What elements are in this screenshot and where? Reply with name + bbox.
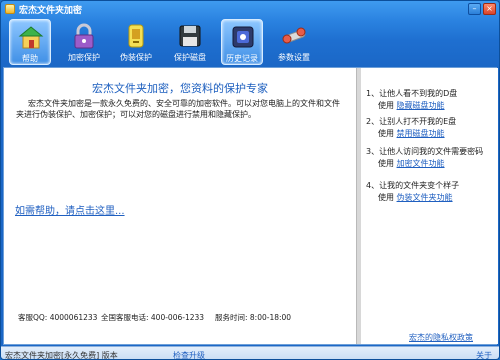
title-bar[interactable]: 宏杰文件夹加密 – ×: [1, 1, 499, 17]
privacy-policy-link[interactable]: 宏杰的隐私权政策: [409, 332, 473, 343]
contact-hours: 服务时间: 8:00-18:00: [215, 313, 292, 322]
settings-icon: [282, 27, 306, 44]
feature-item: 1、让他人看不到我的D盘 使用 隐藏磁盘功能: [366, 88, 496, 112]
close-button[interactable]: ×: [483, 3, 496, 15]
window-title: 宏杰文件夹加密: [19, 6, 83, 16]
toolbar-history-button[interactable]: 历史记录: [221, 19, 263, 65]
feature-item: 4、让我的文件夹变个样子 使用 伪装文件夹功能: [366, 180, 496, 204]
feature-use-label: 使用: [378, 159, 394, 168]
disk-icon: [179, 25, 201, 47]
feature-title: 3、让他人访问我的文件需要密码: [366, 147, 484, 156]
toolbar-item-label: 参数设置: [278, 53, 310, 62]
feature-item: 2、让别人打不开我的E盘 使用 禁用磁盘功能: [366, 116, 496, 140]
disguise-icon: [128, 24, 144, 48]
feature-title: 1、让他人看不到我的D盘: [366, 89, 458, 98]
intro-text: 宏杰文件夹加密是一款永久免费的、安全可靠的加密软件。可以对您电脑上的文件和文件夹…: [16, 99, 340, 119]
feature-list: 1、让他人看不到我的D盘 使用 隐藏磁盘功能 2、让别人打不开我的E盘 使用 禁…: [361, 68, 498, 344]
feature-use-label: 使用: [378, 193, 394, 202]
page-headline: 宏杰文件夹加密，您资料的保护专家: [92, 82, 268, 95]
app-logo-icon: [5, 4, 15, 14]
contact-phone: 全国客服电话: 400-006-1233: [101, 313, 205, 322]
home-icon: [18, 26, 44, 49]
history-icon: [232, 26, 254, 48]
toolbar-item-label: 加密保护: [68, 53, 100, 62]
feature-link-disable-disk[interactable]: 禁用磁盘功能: [397, 129, 445, 138]
status-text: 宏杰文件夹加密[永久免费] 版本: [5, 351, 118, 360]
check-upgrade-link[interactable]: 检查升级: [173, 350, 205, 359]
toolbar-help-button[interactable]: 帮助: [9, 19, 51, 65]
toolbar-disguise-button[interactable]: 伪装保护: [115, 19, 157, 65]
feature-link-hide-disk[interactable]: 隐藏磁盘功能: [397, 101, 445, 110]
feature-link-encrypt-file[interactable]: 加密文件功能: [397, 159, 445, 168]
toolbar-disk-button[interactable]: 保护磁盘: [169, 19, 211, 65]
feature-item: 3、让他人访问我的文件需要密码 使用 加密文件功能: [366, 146, 496, 170]
toolbar-item-label: 保护磁盘: [174, 53, 206, 62]
toolbar-item-label: 帮助: [22, 54, 38, 63]
lock-icon: [74, 23, 94, 49]
feature-use-label: 使用: [378, 129, 394, 138]
app-window: 宏杰文件夹加密 – × 帮助 加密保护 伪装保护 保护磁盘 历史记录 参数设置 …: [0, 0, 500, 360]
feature-title: 2、让别人打不开我的E盘: [366, 117, 457, 126]
help-content: 宏杰文件夹加密，您资料的保护专家 宏杰文件夹加密是一款永久免费的、安全可靠的加密…: [4, 68, 356, 344]
minimize-button[interactable]: –: [468, 3, 481, 15]
feature-title: 4、让我的文件夹变个样子: [366, 181, 460, 190]
help-link[interactable]: 如需帮助，请点击这里...: [15, 202, 125, 217]
toolbar-item-label: 历史记录: [226, 54, 258, 63]
feature-use-label: 使用: [378, 101, 394, 110]
status-bar: 宏杰文件夹加密[永久免费] 版本 检查升级 关于: [1, 346, 499, 360]
about-link[interactable]: 关于: [476, 350, 492, 359]
toolbar: 帮助 加密保护 伪装保护 保护磁盘 历史记录 参数设置: [1, 17, 499, 67]
toolbar-item-label: 伪装保护: [120, 53, 152, 62]
main-panel: 宏杰文件夹加密，您资料的保护专家 宏杰文件夹加密是一款永久免费的、安全可靠的加密…: [3, 67, 498, 345]
toolbar-encrypt-button[interactable]: 加密保护: [63, 19, 105, 65]
toolbar-settings-button[interactable]: 参数设置: [273, 19, 315, 65]
feature-link-disguise-folder[interactable]: 伪装文件夹功能: [397, 193, 453, 202]
contact-qq: 客服QQ: 4000061233: [18, 313, 98, 322]
